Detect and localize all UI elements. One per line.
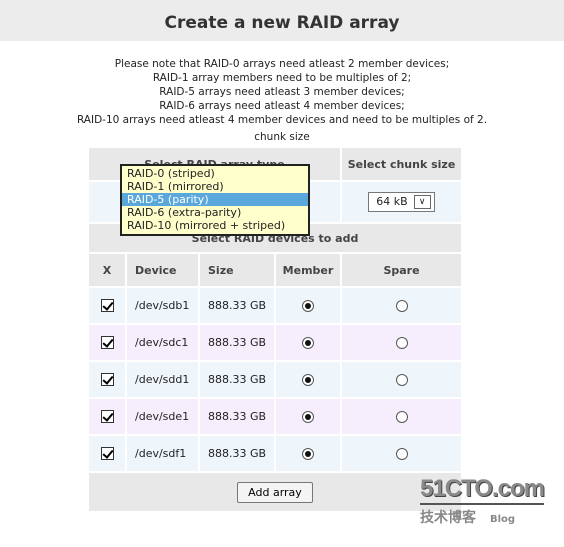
raid-notes: Please note that RAID-0 arrays need atle… — [0, 57, 564, 127]
device-checkbox[interactable] — [100, 410, 114, 424]
member-radio[interactable] — [302, 374, 314, 386]
chunk-size-select[interactable]: 64 kB ∨ — [368, 192, 435, 212]
spare-radio[interactable] — [395, 374, 408, 386]
chunk-size-value: 64 kB — [376, 195, 408, 208]
raid-option[interactable]: RAID-6 (extra-parity) — [122, 206, 308, 219]
device-row: /dev/sdc1 888.33 GB — [89, 325, 461, 360]
device-name: /dev/sdc1 — [127, 325, 198, 360]
device-size: 888.33 GB — [200, 399, 274, 434]
device-name: /dev/sdb1 — [127, 288, 198, 323]
watermark-logo: 51CTO.com 技术博客 Blog — [420, 475, 545, 527]
device-row: /dev/sdd1 888.33 GB — [89, 362, 461, 397]
col-size: Size — [200, 254, 274, 286]
device-row: /dev/sdb1 888.33 GB — [89, 288, 461, 323]
watermark-logo-text: 51CTO.com — [420, 475, 545, 505]
col-device: Device — [127, 254, 198, 286]
device-checkbox[interactable] — [100, 336, 114, 350]
device-name: /dev/sdf1 — [127, 436, 198, 471]
chevron-down-icon[interactable]: ∨ — [413, 195, 431, 209]
form-footer: Add array — [89, 473, 461, 511]
device-name: /dev/sdd1 — [127, 362, 198, 397]
device-size: 888.33 GB — [200, 436, 274, 471]
spare-radio[interactable] — [395, 337, 408, 349]
device-name: /dev/sde1 — [127, 399, 198, 434]
note-line: RAID-6 arrays need atleast 4 member devi… — [159, 100, 405, 112]
device-size: 888.33 GB — [200, 288, 274, 323]
watermark-blog: Blog — [490, 514, 516, 525]
note-line: RAID-10 arrays need atleast 4 member dev… — [76, 114, 488, 126]
raid-option[interactable]: RAID-10 (mirrored + striped) — [122, 219, 308, 232]
member-radio[interactable] — [302, 448, 314, 460]
device-checkbox[interactable] — [100, 447, 114, 461]
chunk-size-caption: chunk size — [254, 131, 310, 143]
device-row: /dev/sde1 888.33 GB — [89, 399, 461, 434]
add-array-button[interactable]: Add array — [237, 481, 313, 503]
member-radio[interactable] — [302, 411, 314, 423]
note-line: Please note that RAID-0 arrays need atle… — [114, 58, 450, 70]
device-size: 888.33 GB — [200, 362, 274, 397]
raid-option-selected[interactable]: RAID-5 (parity) — [122, 193, 308, 206]
spare-radio[interactable] — [395, 411, 408, 423]
device-checkbox[interactable] — [100, 299, 114, 313]
raid-type-dropdown-list[interactable]: RAID-0 (striped) RAID-1 (mirrored) RAID-… — [120, 164, 310, 236]
spare-radio[interactable] — [395, 448, 408, 460]
note-line: RAID-1 array members need to be multiple… — [152, 72, 412, 84]
raid-option[interactable]: RAID-0 (striped) — [122, 167, 308, 180]
device-checkbox[interactable] — [100, 373, 114, 387]
device-size: 888.33 GB — [200, 325, 274, 360]
raid-option[interactable]: RAID-1 (mirrored) — [122, 180, 308, 193]
spare-radio[interactable] — [395, 300, 408, 312]
col-member: Member — [276, 254, 340, 286]
member-radio[interactable] — [302, 337, 314, 349]
note-line: RAID-5 arrays need atleast 3 member devi… — [159, 86, 405, 98]
watermark-sub: 技术博客 — [420, 510, 476, 526]
device-row: /dev/sdf1 888.33 GB — [89, 436, 461, 471]
col-spare: Spare — [342, 254, 461, 286]
page-title: Create a new RAID array — [0, 0, 564, 41]
col-x: X — [89, 254, 125, 286]
chunk-size-cell: 64 kB ∨ — [342, 182, 461, 222]
chunk-size-header: Select chunk size — [342, 148, 461, 180]
member-radio[interactable] — [302, 300, 314, 312]
